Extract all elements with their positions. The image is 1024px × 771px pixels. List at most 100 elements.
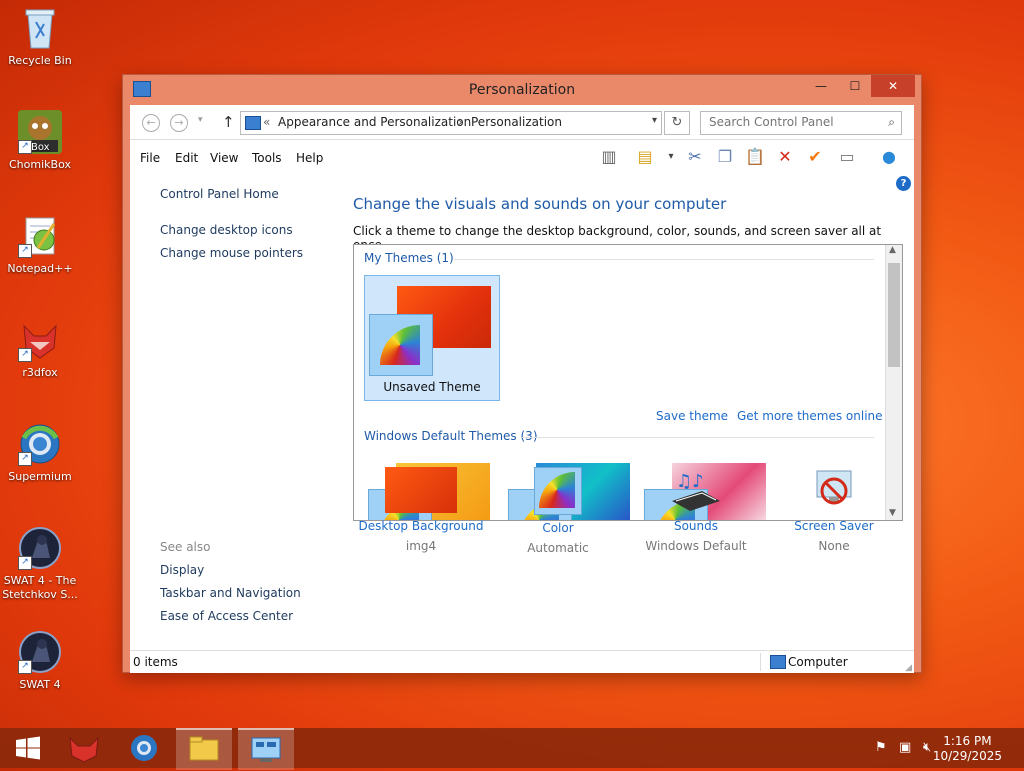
globe-icon[interactable]: ● (878, 146, 900, 168)
notepad-plus-plus-icon: ↗ (18, 214, 62, 258)
address-dropdown-icon[interactable]: ▾ (652, 115, 657, 126)
taskbar-r3dfox[interactable] (56, 728, 112, 768)
svg-text:Box: Box (31, 142, 50, 153)
paste-icon[interactable]: 📋 (744, 146, 766, 168)
forward-button[interactable]: → (170, 114, 188, 132)
recent-locations-dropdown-icon[interactable]: ▾ (198, 115, 203, 125)
layout-pane-icon[interactable]: ▥ (598, 146, 620, 168)
save-theme-link[interactable]: Save theme (656, 409, 728, 423)
maximize-button[interactable]: ☐ (841, 75, 869, 97)
color-setting[interactable]: Color Automatic (478, 467, 638, 555)
volume-muted-icon[interactable]: 🔇︎ (923, 740, 931, 755)
computer-icon (770, 655, 786, 669)
sounds-setting[interactable]: ♫♪ Sounds Windows Default (616, 467, 776, 553)
taskbar-and-navigation-link[interactable]: Taskbar and Navigation (160, 586, 301, 600)
properties-icon[interactable]: ▤ (634, 146, 656, 168)
back-button[interactable]: ← (142, 114, 160, 132)
color-swatch (534, 467, 582, 515)
shortcut-arrow-icon: ↗ (18, 452, 32, 466)
get-more-themes-link[interactable]: Get more themes online (737, 409, 883, 423)
swat4-icon: ↗ (18, 630, 62, 674)
theme-color-swatch (369, 314, 433, 376)
desktop-icon-label: Recycle Bin (8, 54, 72, 67)
desktop-icon-notepad-plus-plus[interactable]: ↗ Notepad++ (2, 214, 78, 276)
desktop-background-value: img4 (405, 539, 437, 553)
desktop-icon-recycle-bin[interactable]: Recycle Bin (2, 6, 78, 68)
swat4-icon: ↗ (18, 526, 62, 570)
color-fan-icon (380, 325, 420, 365)
menu-help[interactable]: Help (296, 151, 323, 165)
control-panel-icon (251, 737, 281, 762)
status-bar: 0 items Computer ◢ (130, 650, 914, 673)
my-themes-header: My Themes (1) (364, 251, 454, 265)
copy-icon[interactable]: ❐ (714, 146, 736, 168)
desktop-icon-label: SWAT 4 - The Stetchkov S... (2, 574, 78, 601)
close-button[interactable]: ✕ (871, 75, 915, 97)
no-screensaver-icon (811, 467, 857, 513)
network-icon[interactable]: ▣ (899, 740, 911, 755)
clock-time: 1:16 PM (943, 734, 992, 748)
display-link[interactable]: Display (160, 563, 204, 577)
supermium-icon (131, 735, 157, 761)
address-bar[interactable]: « Appearance and Personalization › Perso… (240, 111, 662, 135)
rename-icon[interactable]: ▭ (836, 146, 858, 168)
theme-item-unsaved[interactable]: Unsaved Theme (364, 275, 500, 401)
properties-dropdown-icon[interactable]: ▾ (660, 146, 682, 168)
desktop-icon-chomikbox[interactable]: Box ↗ ChomikBox (2, 110, 78, 172)
desktop-icon-label: Notepad++ (7, 262, 73, 275)
desktop-icon-label: r3dfox (22, 366, 58, 379)
location-label: Computer (788, 655, 848, 669)
desktop-icon-swat4[interactable]: ↗ SWAT 4 (2, 630, 78, 692)
minimize-button[interactable]: — (807, 75, 835, 97)
desktop-icon-swat4-stetchkov[interactable]: ↗ SWAT 4 - The Stetchkov S... (2, 526, 78, 602)
cut-icon[interactable]: ✂ (684, 146, 706, 168)
group-divider (522, 437, 874, 438)
ease-of-access-center-link[interactable]: Ease of Access Center (160, 609, 293, 623)
breadcrumb-overflow[interactable]: « (263, 115, 270, 129)
taskbar-supermium[interactable] (116, 728, 172, 768)
menu-file[interactable]: File (140, 151, 160, 165)
scroll-up-icon[interactable]: ▲ (889, 245, 896, 255)
search-input[interactable] (701, 112, 887, 132)
page-title: Change the visuals and sounds on your co… (353, 195, 727, 213)
up-button[interactable]: ↑ (222, 113, 235, 131)
start-button[interactable] (0, 728, 56, 768)
title-bar[interactable]: Personalization — ☐ ✕ (123, 75, 921, 105)
desktop-icon-label: ChomikBox (9, 158, 71, 171)
shortcut-arrow-icon: ↗ (18, 244, 32, 258)
folder-icon (189, 736, 219, 761)
screen-saver-setting[interactable]: Screen Saver None (754, 467, 914, 553)
recycle-bin-icon (18, 6, 62, 50)
checkmark-icon[interactable]: ✔ (804, 146, 826, 168)
menu-view[interactable]: View (210, 151, 238, 165)
screen-saver-value: None (818, 539, 850, 553)
action-center-flag-icon[interactable]: ⚑ (875, 740, 887, 755)
control-panel-home-link[interactable]: Control Panel Home (160, 187, 279, 201)
shortcut-arrow-icon: ↗ (18, 556, 32, 570)
change-desktop-icons-link[interactable]: Change desktop icons (160, 223, 293, 237)
group-divider (454, 259, 874, 260)
computer-icon (245, 116, 261, 130)
system-clock[interactable]: 1:16 PM 10/29/2025 (933, 734, 1002, 764)
taskbar-file-explorer[interactable] (176, 728, 232, 770)
breadcrumb-personalization[interactable]: Personalization (471, 115, 562, 129)
taskbar: ⚑ ▣ 🔇︎ 1:16 PM 10/29/2025 (0, 728, 1024, 770)
window-content: ← → ▾ ↑ « Appearance and Personalization… (130, 105, 914, 673)
change-mouse-pointers-link[interactable]: Change mouse pointers (160, 246, 303, 260)
menu-edit[interactable]: Edit (175, 151, 198, 165)
status-divider (760, 653, 761, 671)
music-notes-icon: ♫♪ (668, 467, 724, 513)
resize-grip-icon[interactable]: ◢ (905, 663, 912, 673)
search-box[interactable]: ⌕ (700, 111, 902, 135)
menu-tools[interactable]: Tools (252, 151, 282, 165)
taskbar-control-panel[interactable] (238, 728, 294, 770)
delete-icon[interactable]: ✕ (774, 146, 796, 168)
desktop-icon-r3dfox[interactable]: ↗ r3dfox (2, 318, 78, 380)
desktop-icon-supermium[interactable]: ↗ Supermium (2, 422, 78, 484)
search-icon[interactable]: ⌕ (888, 115, 895, 130)
menu-bar: File Edit View Tools Help ▥ ▤ ▾ ✂ ❐ 📋 ✕ … (130, 140, 914, 191)
desktop-background-setting[interactable]: Desktop Background img4 (341, 467, 501, 553)
scrollbar-thumb[interactable] (888, 263, 900, 367)
breadcrumb-appearance-and-personalization[interactable]: Appearance and Personalization (278, 115, 471, 129)
refresh-button[interactable]: ↻ (664, 111, 690, 135)
